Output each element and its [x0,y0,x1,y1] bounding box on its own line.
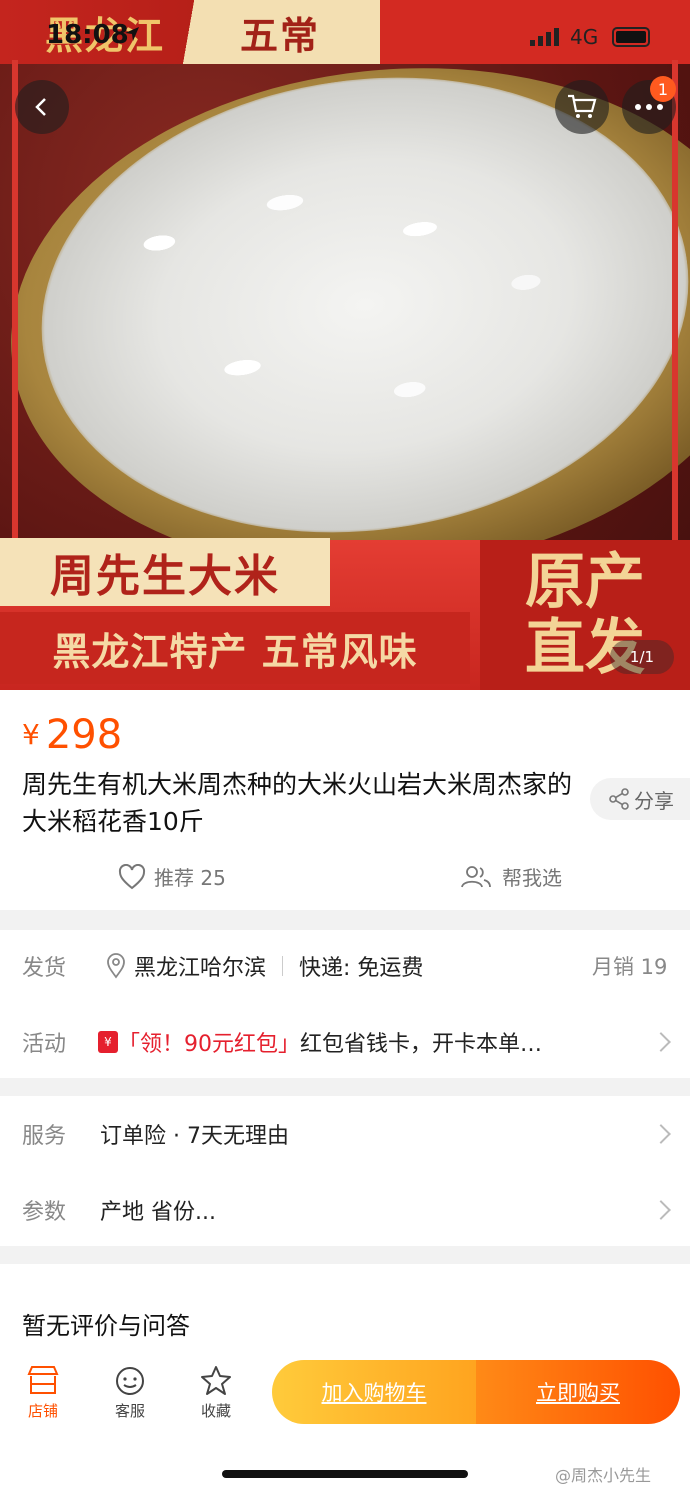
message-badge: 1 [650,76,676,102]
bottom-action-bar: 店铺 客服 收藏 加入购物车 立即购买 [0,1350,690,1440]
image-pager: 1/1 [610,640,674,674]
chevron-right-icon [651,1032,671,1052]
status-time: 18:08 [46,20,129,50]
brand-title: 周先生大米 [0,538,330,606]
recommend-button[interactable]: 推荐 25 [118,862,226,891]
chevron-right-icon [651,1200,671,1220]
promotion-info: ¥ 「领！90元红包」 红包省钱卡，开卡本单… [98,1026,542,1058]
service-label: 客服 [114,1402,145,1420]
service-row[interactable]: 服务 订单险 · 7天无理由 [0,1104,690,1164]
params-label: 参数 [22,1200,67,1225]
product-info-card: ¥298 周先生有机大米周杰种的大米火山岩大米周杰家的大米稻花香10斤 分享 推… [0,690,690,910]
status-bar: 18:08 4G [0,0,690,76]
store-button[interactable]: 店铺 [13,1364,73,1421]
promotion-row[interactable]: 活动 ¥ 「领！90元红包」 红包省钱卡，开卡本单… [0,1012,690,1072]
reviews-empty-text: 暂无评价与问答 [22,1312,190,1340]
cart-icon [568,94,597,118]
signal-icon [530,28,559,46]
location-pin-icon [107,953,125,979]
currency-symbol: ¥ [22,718,40,751]
star-icon [201,1366,231,1395]
battery-icon [612,27,650,47]
customer-service-button[interactable]: 客服 [100,1364,160,1421]
delivery-label: 发货 [22,956,67,981]
service-label: 服务 [22,1124,67,1149]
favorite-button[interactable]: 收藏 [186,1364,246,1421]
share-icon [609,788,629,810]
chevron-right-icon [651,1124,671,1144]
product-title: 周先生有机大米周杰种的大米火山岩大米周杰家的大米稻花香10斤 [22,770,573,836]
price: ¥298 [22,712,122,758]
chevron-left-icon [35,98,46,116]
home-indicator[interactable] [222,1470,468,1478]
recommend-label: 推荐 25 [154,866,226,890]
red-packet-icon: ¥ [98,1031,118,1053]
brand-subtitle: 黑龙江特产 五常风味 [0,612,470,684]
share-label: 分享 [634,788,674,813]
cart-button[interactable] [555,80,609,134]
params-value: 产地 省份... [100,1200,216,1225]
help-choose-button[interactable]: 帮我选 [460,862,562,891]
delivery-row[interactable]: 发货 黑龙江哈尔滨 快递: 免运费 月销 19 [0,936,690,996]
store-icon [27,1366,59,1394]
monthly-sales: 月销 19 [592,955,668,979]
service-value: 订单险 · 7天无理由 [100,1124,289,1149]
delivery-section: 发货 黑龙江哈尔滨 快递: 免运费 月销 19 活动 ¥ 「领！90元红包」 红… [0,930,690,1078]
price-value: 298 [45,712,123,758]
delivery-location: 黑龙江哈尔滨 [134,956,267,981]
promotion-text: 红包省钱卡，开卡本单… [300,1032,543,1057]
people-icon [461,865,491,887]
location-arrow-icon [125,27,139,41]
service-section: 服务 订单险 · 7天无理由 参数 产地 省份... [0,1096,690,1246]
origin-line-1: 原产 [525,547,645,617]
add-to-cart-button[interactable]: 加入购物车 [272,1360,476,1424]
delivery-info: 黑龙江哈尔滨 快递: 免运费 [104,950,423,982]
share-button[interactable]: 分享 [590,778,690,820]
divider [282,956,284,976]
back-button[interactable] [15,80,69,134]
params-row[interactable]: 参数 产地 省份... [0,1180,690,1240]
store-label: 店铺 [27,1402,58,1420]
service-face-icon [116,1367,144,1395]
network-type: 4G [570,25,599,49]
more-dots-icon [635,104,663,110]
heart-icon [118,863,146,889]
help-label: 帮我选 [502,866,562,890]
promotion-label: 活动 [22,1032,67,1057]
favorite-label: 收藏 [200,1402,231,1420]
buy-now-button[interactable]: 立即购买 [476,1360,680,1424]
shipping-fee: 快递: 免运费 [299,956,424,981]
watermark: @周杰小先生 [555,1466,652,1485]
promotion-highlight: 「领！90元红包」 [118,1032,300,1057]
